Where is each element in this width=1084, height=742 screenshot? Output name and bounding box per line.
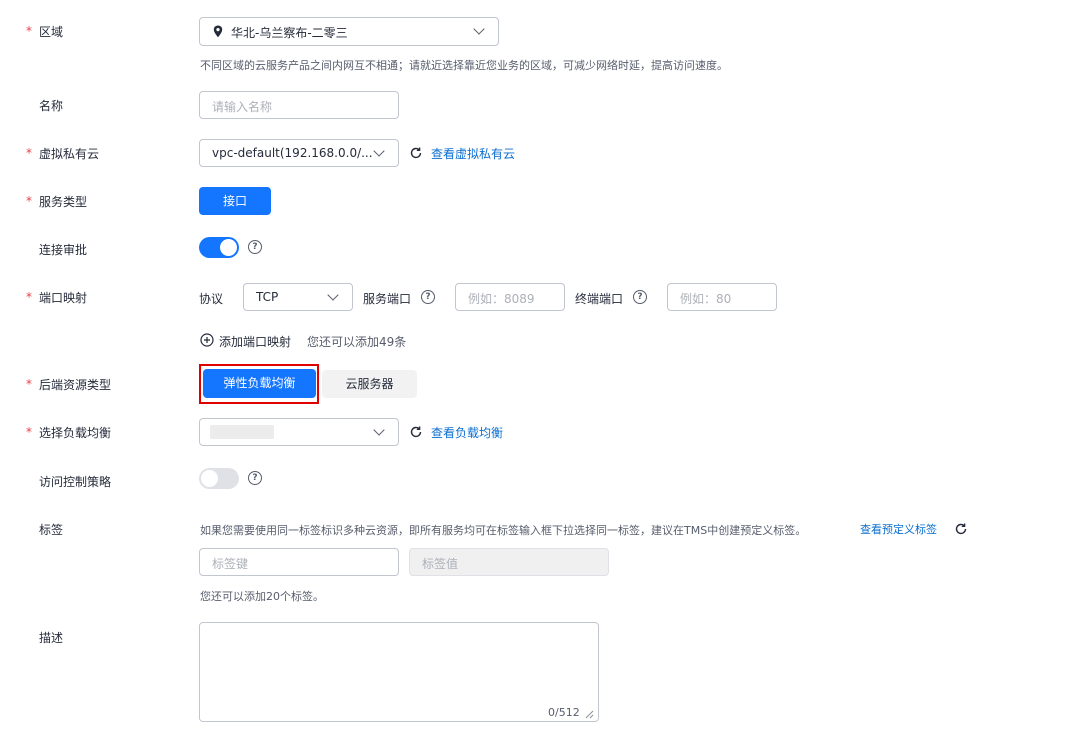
lb-label: 选择负载均衡 <box>39 426 112 440</box>
refresh-icon[interactable] <box>409 146 423 160</box>
vpc-label: 虚拟私有云 <box>39 147 100 161</box>
name-label: 名称 <box>39 99 64 113</box>
view-vpc-link[interactable]: 查看虚拟私有云 <box>431 145 515 162</box>
terminal-port-input[interactable]: 例如：80 <box>667 283 777 311</box>
required-mark: * <box>26 146 32 160</box>
required-mark: * <box>26 377 32 391</box>
resize-handle-icon[interactable] <box>585 708 594 722</box>
description-counter: 0/512 <box>548 706 580 719</box>
protocol-value: TCP <box>256 290 279 304</box>
tag-key-placeholder: 标签键 <box>212 557 249 571</box>
description-textarea[interactable]: 0/512 <box>199 622 599 722</box>
add-port-mapping-button[interactable]: 添加端口映射 <box>219 333 291 350</box>
help-icon[interactable]: ? <box>248 471 262 485</box>
required-mark: * <box>26 194 32 208</box>
interface-button[interactable]: 接口 <box>199 187 271 215</box>
vpc-select[interactable]: vpc-default(192.168.0.0/... <box>199 139 399 167</box>
port-mapping-label: 端口映射 <box>39 291 88 305</box>
region-hint: 不同区域的云服务产品之间内网互不相通；请就近选择靠近您业务的区域，可减少网络时延… <box>200 59 728 72</box>
approval-toggle[interactable] <box>199 237 239 258</box>
service-port-placeholder: 例如：8089 <box>468 292 535 306</box>
view-predefined-tags-link[interactable]: 查看预定义标签 <box>860 521 937 537</box>
tags-remaining: 您还可以添加20个标签。 <box>200 590 324 603</box>
tags-hint: 如果您需要使用同一标签标识多种云资源，即所有服务均可在标签输入框下拉选择同一标签… <box>200 524 807 537</box>
approval-label: 连接审批 <box>39 243 88 257</box>
toggle-knob <box>201 470 218 487</box>
service-port-label: 服务端口 <box>363 292 412 306</box>
terminal-port-label: 终端端口 <box>575 292 624 306</box>
backend-option-elb[interactable]: 弹性负载均衡 <box>203 369 316 398</box>
tags-label: 标签 <box>39 523 64 537</box>
help-icon[interactable]: ? <box>421 290 435 304</box>
description-label: 描述 <box>39 631 64 645</box>
port-mapping-remaining: 您还可以添加49条 <box>307 335 407 349</box>
add-circle-icon[interactable] <box>200 333 214 350</box>
chevron-down-icon <box>373 424 385 436</box>
required-mark: * <box>26 290 32 304</box>
name-placeholder: 请输入名称 <box>212 100 273 114</box>
vpc-value: vpc-default(192.168.0.0/... <box>212 146 373 160</box>
service-type-label: 服务类型 <box>39 195 88 209</box>
protocol-select[interactable]: TCP <box>243 283 353 311</box>
chevron-down-icon <box>327 289 339 301</box>
region-value: 华北-乌兰察布-二零三 <box>231 26 348 40</box>
help-icon[interactable]: ? <box>248 240 262 254</box>
region-label: 区域 <box>39 25 64 39</box>
tag-key-input[interactable]: 标签键 <box>199 548 399 576</box>
backend-type-label: 后端资源类型 <box>39 378 112 392</box>
required-mark: * <box>26 425 32 439</box>
tag-value-placeholder: 标签值 <box>422 557 459 571</box>
tag-value-input[interactable]: 标签值 <box>409 548 609 576</box>
view-lb-link[interactable]: 查看负载均衡 <box>431 424 503 441</box>
protocol-label: 协议 <box>199 292 224 306</box>
location-pin-icon <box>213 25 223 41</box>
lb-select[interactable] <box>199 418 399 446</box>
region-select[interactable]: 华北-乌兰察布-二零三 <box>199 17 499 46</box>
chevron-down-icon <box>473 23 485 35</box>
toggle-knob <box>220 239 237 256</box>
acl-label: 访问控制策略 <box>39 475 112 489</box>
name-input[interactable]: 请输入名称 <box>199 91 399 119</box>
acl-toggle[interactable] <box>199 468 239 489</box>
terminal-port-placeholder: 例如：80 <box>680 292 732 306</box>
refresh-icon[interactable] <box>409 425 423 439</box>
service-port-input[interactable]: 例如：8089 <box>455 283 565 311</box>
required-mark: * <box>26 24 32 38</box>
help-icon[interactable]: ? <box>633 290 647 304</box>
refresh-icon[interactable] <box>954 522 968 536</box>
redacted-value <box>210 425 274 439</box>
chevron-down-icon <box>373 145 385 157</box>
backend-option-ecs[interactable]: 云服务器 <box>322 370 417 398</box>
